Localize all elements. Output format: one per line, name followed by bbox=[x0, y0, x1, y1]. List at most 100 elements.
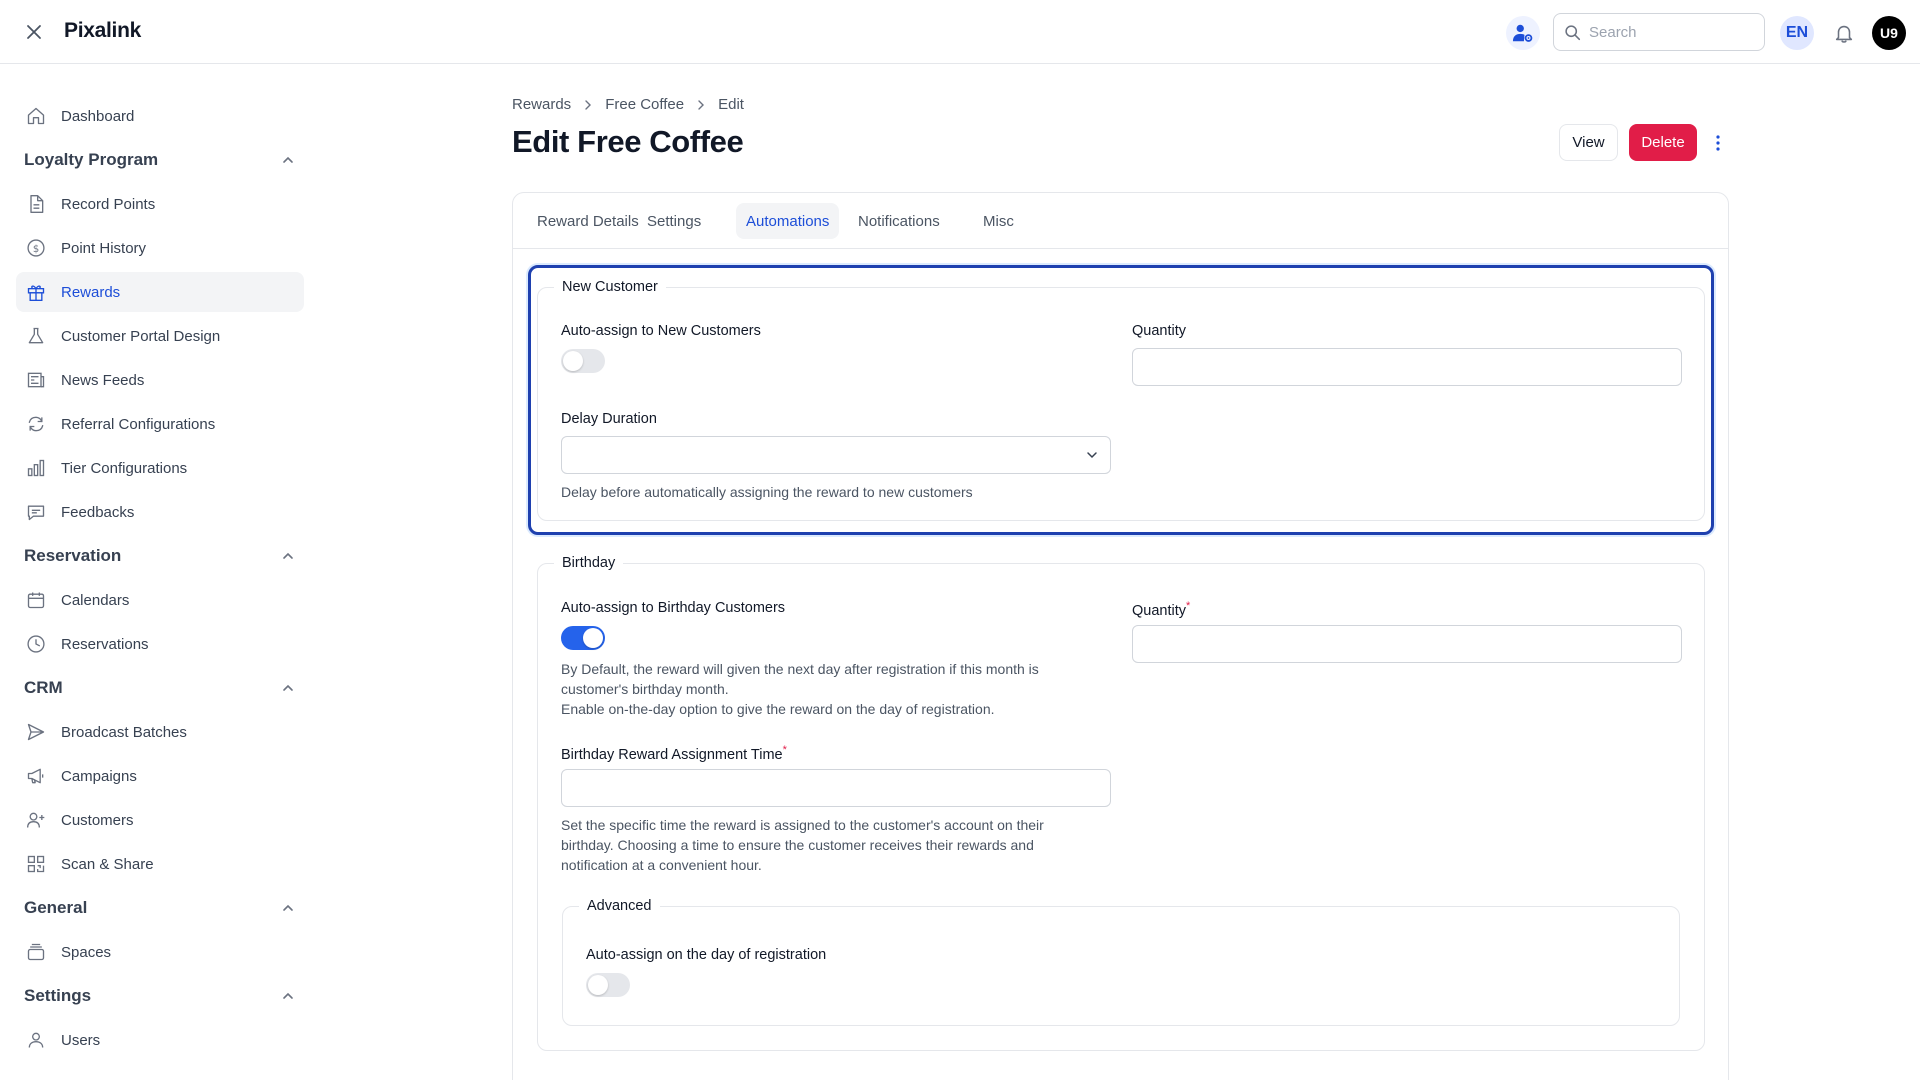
tab-misc[interactable]: Misc bbox=[973, 203, 1024, 239]
sidebar-item-scan-share[interactable]: Scan & Share bbox=[16, 844, 304, 884]
sidebar-item-referral-configurations[interactable]: Referral Configurations bbox=[16, 404, 304, 444]
sidebar-item-broadcast-batches[interactable]: Broadcast Batches bbox=[16, 712, 304, 752]
advanced-legend: Advanced bbox=[587, 898, 652, 914]
auto-assign-birthday-toggle[interactable] bbox=[561, 626, 605, 650]
new-customer-quantity-input[interactable] bbox=[1132, 348, 1682, 386]
page-title: Edit Free Coffee bbox=[512, 124, 744, 159]
language-button[interactable]: EN bbox=[1780, 16, 1814, 50]
breadcrumb-current: Edit bbox=[718, 96, 744, 113]
sidebar-item-label: Spaces bbox=[61, 943, 112, 961]
sidebar-item-rewards[interactable]: Rewards bbox=[16, 272, 304, 312]
brand-name: Pixalink bbox=[64, 19, 141, 42]
birthday-legend: Birthday bbox=[562, 555, 616, 571]
birthday-time-hint-line-2: birthday. Choosing a time to ensure the … bbox=[561, 837, 1034, 853]
sidebar-group-crm[interactable]: CRM bbox=[24, 674, 296, 702]
chat-bubble-icon bbox=[25, 501, 47, 523]
sidebar-group-settings[interactable]: Settings bbox=[24, 982, 296, 1010]
chevron-down-icon bbox=[1087, 452, 1097, 459]
required-marker: * bbox=[782, 744, 787, 756]
sidebar-group-label: Reservation bbox=[24, 546, 122, 565]
clock-icon bbox=[25, 633, 47, 655]
toggle-knob bbox=[583, 628, 603, 648]
sidebar-item-label: News Feeds bbox=[61, 371, 145, 389]
tab-reward-details[interactable]: Reward Details bbox=[527, 203, 649, 239]
sidebar-item-label: Customer Portal Design bbox=[61, 327, 221, 345]
tab-settings[interactable]: Settings bbox=[637, 203, 711, 239]
user-avatar[interactable]: U9 bbox=[1872, 16, 1906, 50]
sidebar-item-label: Broadcast Batches bbox=[61, 723, 187, 741]
sidebar-item-calendars[interactable]: Calendars bbox=[16, 580, 304, 620]
form-card: Reward Details Settings Automations Noti… bbox=[512, 192, 1729, 1080]
view-button[interactable]: View bbox=[1559, 124, 1618, 161]
refresh-icon bbox=[25, 413, 47, 435]
sidebar-group-loyalty-program[interactable]: Loyalty Program bbox=[24, 146, 296, 174]
sidebar-item-feedbacks[interactable]: Feedbacks bbox=[16, 492, 304, 532]
birthday-time-hint-line-3: notification at a convenient hour. bbox=[561, 857, 762, 873]
sidebar-item-dashboard[interactable]: Dashboard bbox=[16, 96, 304, 136]
newspaper-icon bbox=[25, 369, 47, 391]
toggle-knob bbox=[588, 975, 608, 995]
tenant-switch-button[interactable] bbox=[1506, 16, 1540, 50]
birthday-quantity-input[interactable] bbox=[1132, 625, 1682, 663]
sidebar-item-reservations[interactable]: Reservations bbox=[16, 624, 304, 664]
delay-duration-hint: Delay before automatically assigning the… bbox=[561, 484, 973, 500]
sidebar-item-point-history[interactable]: $ Point History bbox=[16, 228, 304, 268]
breadcrumb-item-link[interactable]: Free Coffee bbox=[605, 96, 684, 113]
sidebar-item-label: Dashboard bbox=[61, 107, 135, 125]
sidebar-item-tier-configurations[interactable]: Tier Configurations bbox=[16, 448, 304, 488]
search-box[interactable] bbox=[1553, 13, 1765, 51]
send-icon bbox=[25, 721, 47, 743]
bar-chart-icon bbox=[25, 457, 47, 479]
sidebar-group-reservation[interactable]: Reservation bbox=[24, 542, 296, 570]
sidebar-item-label: Users bbox=[61, 1031, 101, 1049]
layers-icon bbox=[25, 941, 47, 963]
search-icon bbox=[1565, 24, 1581, 40]
user-gear-icon bbox=[1512, 24, 1533, 42]
home-icon bbox=[25, 105, 47, 127]
auto-assign-day-of-registration-toggle[interactable] bbox=[586, 973, 630, 997]
birthday-quantity-label-text: Quantity bbox=[1132, 602, 1186, 619]
chevron-right-icon bbox=[696, 99, 706, 110]
tab-notifications[interactable]: Notifications bbox=[848, 203, 950, 239]
notifications-button[interactable] bbox=[1829, 18, 1859, 48]
svg-text:$: $ bbox=[33, 244, 39, 255]
sidebar-item-news-feeds[interactable]: News Feeds bbox=[16, 360, 304, 400]
sidebar-group-label: Loyalty Program bbox=[24, 150, 159, 169]
auto-assign-new-customers-label: Auto-assign to New Customers bbox=[561, 323, 761, 339]
sidebar-item-users[interactable]: Users bbox=[16, 1020, 304, 1060]
chevron-right-icon bbox=[583, 99, 593, 110]
more-vertical-icon bbox=[1716, 135, 1720, 151]
sidebar-item-record-points[interactable]: Record Points bbox=[16, 184, 304, 224]
sidebar-group-label: Settings bbox=[24, 986, 92, 1005]
sidebar-item-label: Feedbacks bbox=[61, 503, 135, 521]
sidebar: Dashboard Loyalty Program Record Points … bbox=[0, 64, 320, 1080]
new-customer-legend: New Customer bbox=[562, 279, 658, 295]
birthday-hint-line-1: By Default, the reward will given the ne… bbox=[561, 661, 1039, 677]
sidebar-item-customer-portal-design[interactable]: Customer Portal Design bbox=[16, 316, 304, 356]
sidebar-item-label: Campaigns bbox=[61, 767, 137, 785]
close-button[interactable] bbox=[22, 20, 46, 44]
auto-assign-day-of-registration-label: Auto-assign on the day of registration bbox=[586, 947, 827, 963]
sidebar-item-label: Scan & Share bbox=[61, 855, 154, 873]
tab-automations[interactable]: Automations bbox=[736, 203, 840, 239]
search-input[interactable] bbox=[1589, 23, 1749, 41]
sidebar-item-spaces[interactable]: Spaces bbox=[16, 932, 304, 972]
calendar-icon bbox=[25, 589, 47, 611]
sidebar-item-label: Point History bbox=[61, 239, 147, 257]
chevron-up-icon bbox=[280, 152, 296, 168]
sidebar-item-campaigns[interactable]: Campaigns bbox=[16, 756, 304, 796]
auto-assign-birthday-label: Auto-assign to Birthday Customers bbox=[561, 600, 786, 616]
sidebar-group-general[interactable]: General bbox=[24, 894, 296, 922]
sidebar-item-customers[interactable]: Customers bbox=[16, 800, 304, 840]
delay-duration-select[interactable] bbox=[561, 436, 1111, 474]
top-bar: Pixalink EN U9 bbox=[0, 0, 1920, 64]
breadcrumb-rewards-link[interactable]: Rewards bbox=[512, 96, 571, 113]
breadcrumb: Rewards Free Coffee Edit bbox=[512, 96, 744, 113]
sidebar-group-label: CRM bbox=[24, 678, 63, 697]
auto-assign-new-customers-toggle[interactable] bbox=[561, 349, 605, 373]
birthday-time-input[interactable] bbox=[561, 769, 1111, 807]
birthday-hint-line-2: customer's birthday month. bbox=[561, 681, 729, 697]
dollar-circle-icon: $ bbox=[25, 237, 47, 259]
more-actions-button[interactable] bbox=[1707, 128, 1729, 158]
delete-button[interactable]: Delete bbox=[1629, 124, 1697, 161]
